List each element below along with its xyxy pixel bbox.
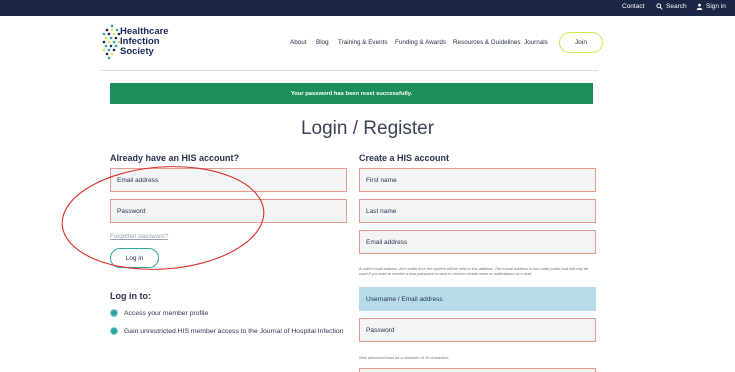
login-button[interactable]: Log in [110, 248, 159, 268]
page-title: Login / Register [300, 118, 435, 139]
nav-blog[interactable]: Blog [316, 39, 329, 46]
benefit-text: Gain unrestricted HIS member access to t… [124, 327, 344, 335]
contact-link[interactable]: Contact [622, 3, 644, 10]
search-icon [656, 3, 663, 10]
login-email-field[interactable]: Email address [110, 168, 347, 192]
top-utility-bar: Contact Search Sign in [0, 0, 735, 16]
register-heading: Create a HIS account [359, 153, 450, 163]
nav-training-events[interactable]: Training & Events [338, 39, 387, 46]
join-button[interactable]: Join [559, 32, 603, 53]
nav-journals[interactable]: Journals [524, 39, 548, 46]
search-label: Search [666, 3, 687, 10]
username-email-field[interactable]: Username / Email address [359, 287, 596, 311]
first-name-field[interactable]: First name [359, 168, 596, 192]
last-name-placeholder: Last name [366, 207, 397, 215]
header-divider [100, 70, 598, 71]
email-help-text: A valid e-mail address. All e-mails from… [359, 266, 589, 276]
last-name-field[interactable]: Last name [359, 199, 596, 223]
benefit-item: Gain unrestricted HIS member access to t… [110, 327, 344, 335]
benefits-heading: Log in to: [110, 291, 151, 301]
bullet-icon [110, 327, 118, 335]
login-email-placeholder: Email address [117, 176, 159, 184]
next-field[interactable] [359, 368, 596, 372]
signin-link[interactable]: Sign in [696, 3, 726, 10]
logo-text: Healthcare Infection Society [120, 27, 169, 57]
benefit-item: Access your member profile [110, 309, 208, 317]
nav-funding-awards[interactable]: Funding & Awards [395, 39, 446, 46]
bullet-icon [110, 309, 118, 317]
success-banner: Your password has been reset successfull… [110, 83, 593, 104]
search-link[interactable]: Search [656, 3, 687, 10]
contact-label: Contact [622, 3, 645, 10]
register-email-field[interactable]: Email address [359, 230, 596, 254]
register-password-placeholder: Password [366, 326, 395, 334]
login-password-placeholder: Password [117, 207, 146, 215]
site-logo[interactable]: Healthcare Infection Society [102, 24, 192, 64]
nav-about[interactable]: About [290, 39, 306, 46]
forgot-password-link[interactable]: Forgotten password? [110, 233, 168, 240]
logo-line: Society [120, 46, 154, 57]
first-name-placeholder: First name [366, 176, 397, 184]
user-icon [696, 3, 703, 10]
logo-dots-icon [102, 24, 121, 60]
register-password-field[interactable]: Password [359, 318, 596, 342]
login-heading: Already have an HIS account? [110, 153, 240, 163]
username-email-placeholder: Username / Email address [366, 295, 443, 303]
password-help-text: New password must be a minimum of 10 cha… [359, 355, 449, 360]
register-email-placeholder: Email address [366, 238, 408, 246]
nav-resources-guidelines[interactable]: Resources & Guidelines [453, 39, 521, 46]
benefit-text: Access your member profile [124, 309, 209, 317]
login-password-field[interactable]: Password [110, 199, 347, 223]
signin-label: Sign in [706, 3, 726, 10]
